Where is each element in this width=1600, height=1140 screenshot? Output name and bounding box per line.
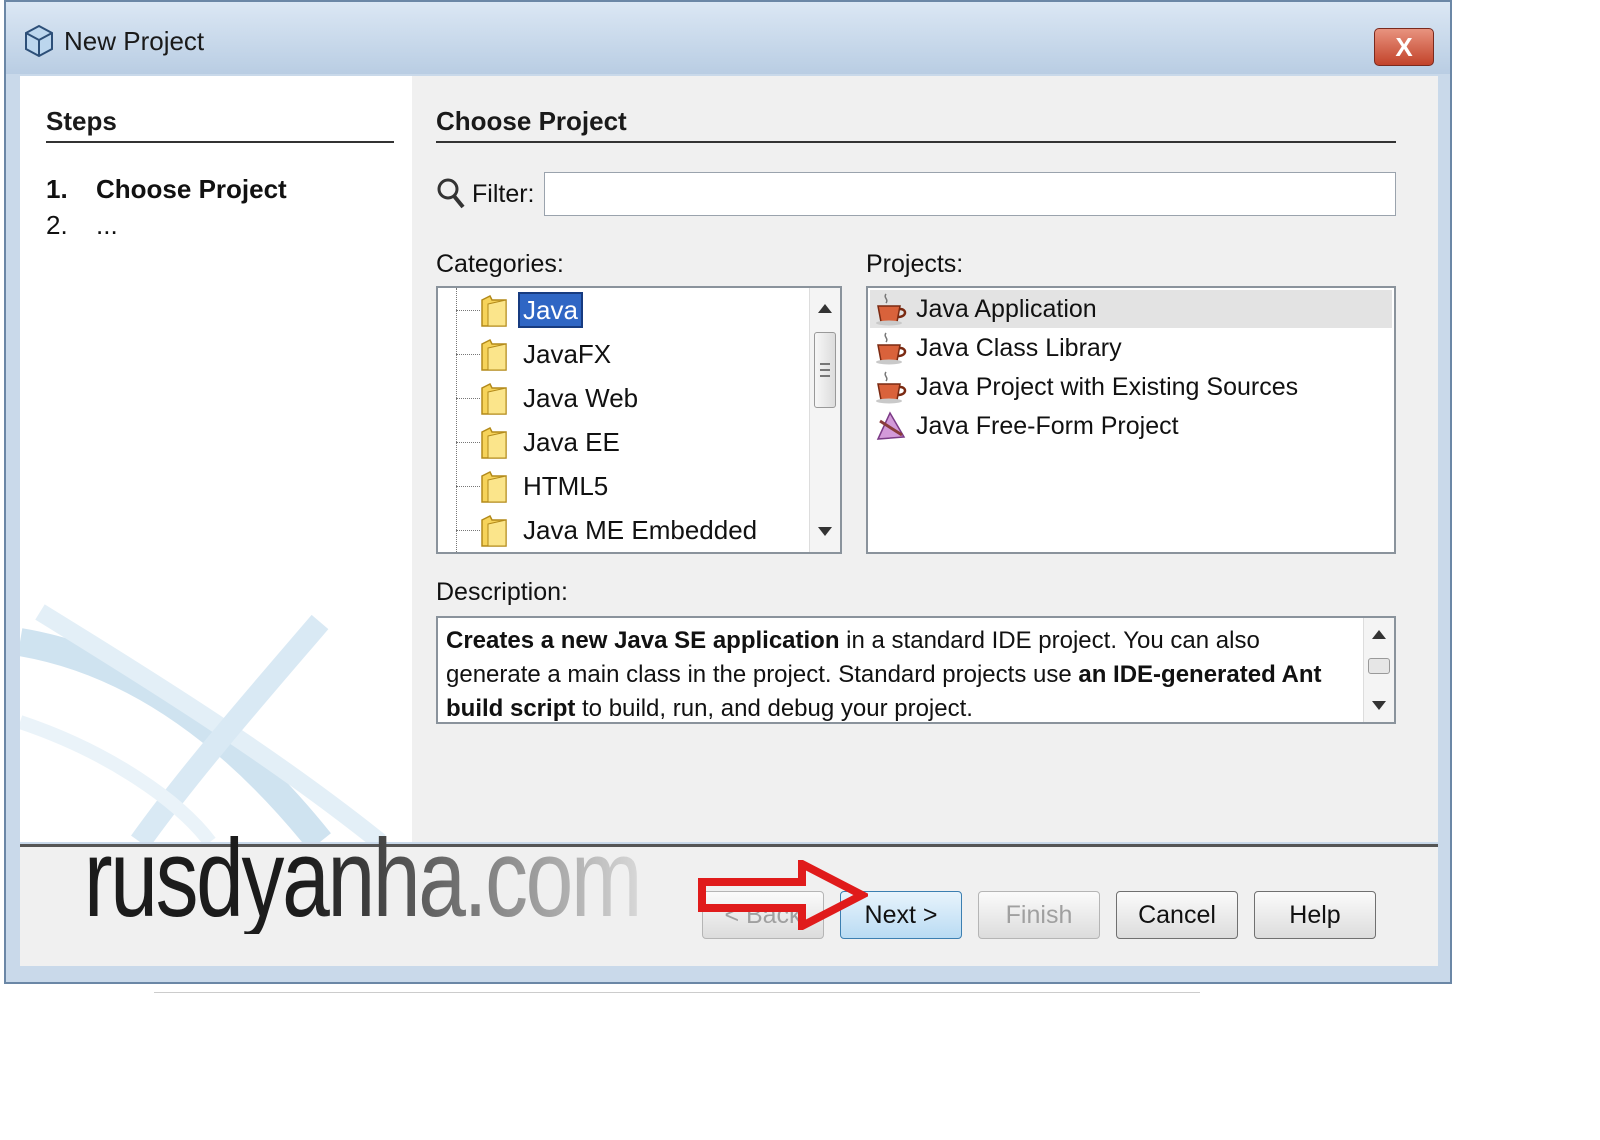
tree-connector	[456, 354, 480, 355]
folder-icon	[481, 426, 507, 459]
folder-icon	[481, 514, 507, 547]
scroll-up-arrow-icon[interactable]	[1372, 630, 1386, 639]
folder-icon	[481, 294, 507, 327]
dialog-body: Steps 1. Choose Project 2.... Choose Proj…	[20, 76, 1438, 842]
tree-connector	[456, 398, 480, 399]
scroll-down-arrow-icon[interactable]	[818, 527, 832, 536]
description-scrollbar[interactable]	[1363, 618, 1394, 722]
categories-scrollbar[interactable]	[809, 288, 840, 552]
step-label: Choose Project	[96, 174, 287, 204]
close-button[interactable]: X	[1374, 28, 1434, 66]
description-segment: to build, run, and debug your project.	[575, 695, 973, 722]
tree-item-label: JavaFX	[523, 339, 612, 369]
project-item-java-free-form-project[interactable]: Java Free-Form Project	[870, 407, 1392, 445]
tree-item-java-ee[interactable]: Java EE	[438, 422, 808, 464]
title-bar[interactable]: New Project X	[6, 2, 1450, 74]
help-button[interactable]: Help	[1254, 891, 1376, 939]
tree-item-label: HTML5	[523, 471, 609, 501]
filter-input[interactable]	[544, 172, 1396, 216]
step-label: ...	[96, 210, 118, 240]
grip-line	[820, 375, 830, 377]
step-number: 1.	[46, 174, 68, 204]
tree-item-javafx[interactable]: JavaFX	[438, 334, 808, 376]
scroll-down-arrow-icon[interactable]	[1372, 701, 1386, 710]
decorative-swoosh	[20, 604, 386, 842]
tree-item-label: Java ME Embedded	[523, 515, 758, 545]
description-label: Description:	[436, 578, 568, 606]
steps-title: Steps	[46, 106, 394, 143]
window-title: New Project	[64, 26, 205, 56]
scroll-up-arrow-icon[interactable]	[818, 304, 832, 313]
project-item-label: Java Project with Existing Sources	[916, 373, 1299, 401]
project-item-label: Java Free-Form Project	[916, 412, 1179, 440]
grip-line	[820, 369, 830, 371]
free-form-project-icon	[876, 411, 906, 440]
watermark-text: rusdyanha.com	[84, 817, 643, 940]
cancel-button[interactable]: Cancel	[1116, 891, 1238, 939]
description-bold: Creates a new Java SE application	[446, 627, 840, 654]
tree-item-html5[interactable]: HTML5	[438, 466, 808, 508]
coffee-cup-icon	[876, 371, 907, 404]
tree-item-java-web[interactable]: Java Web	[438, 378, 808, 420]
grip-line	[820, 363, 830, 365]
folder-icon	[481, 338, 507, 371]
tree-item-label: Java	[518, 292, 583, 328]
description-text: Creates a new Java SE application in a s…	[446, 624, 1346, 722]
coffee-cup-icon	[876, 293, 907, 326]
description-box: Creates a new Java SE application in a s…	[436, 616, 1396, 724]
project-item-label: Java Application	[916, 295, 1097, 323]
red-arrow-annotation-icon	[698, 860, 868, 930]
categories-label: Categories:	[436, 250, 564, 278]
folder-icon	[481, 382, 507, 415]
filter-label: Filter:	[472, 180, 535, 208]
scroll-thumb[interactable]	[1368, 658, 1390, 674]
tree-connector	[456, 442, 480, 443]
tree-connector	[456, 486, 480, 487]
projects-label: Projects:	[866, 250, 964, 278]
tree-connector	[456, 310, 480, 311]
step-item: 1. Choose Project	[46, 174, 287, 205]
tree-connector	[456, 530, 480, 531]
project-item-java-application[interactable]: Java Application	[870, 290, 1392, 328]
scroll-thumb[interactable]	[814, 332, 836, 408]
coffee-cup-icon	[876, 332, 907, 365]
step-item: 2....	[46, 210, 118, 241]
project-item-label: Java Class Library	[916, 334, 1122, 362]
tree-item-label: Java Web	[523, 383, 639, 413]
tree-item-label: Java EE	[523, 427, 620, 457]
folder-icon	[481, 470, 507, 503]
categories-tree[interactable]: Java JavaFX Java Web Java EE HTML5 Java …	[436, 286, 842, 554]
step-number: 2.	[46, 210, 68, 240]
projects-list[interactable]: Java Application Java Class Library Java…	[866, 286, 1396, 554]
steps-pane: Steps 1. Choose Project 2....	[20, 76, 412, 842]
netbeans-cube-icon	[25, 24, 53, 58]
finish-button[interactable]: Finish	[978, 891, 1100, 939]
tree-item-java-me-embedded[interactable]: Java ME Embedded	[438, 510, 808, 552]
project-item-java-project-existing-sources[interactable]: Java Project with Existing Sources	[870, 368, 1392, 406]
search-icon	[437, 178, 465, 209]
page-title: Choose Project	[436, 106, 1396, 143]
project-item-java-class-library[interactable]: Java Class Library	[870, 329, 1392, 367]
tree-item-java[interactable]: Java	[438, 290, 808, 332]
background-window-edge	[154, 984, 1200, 993]
